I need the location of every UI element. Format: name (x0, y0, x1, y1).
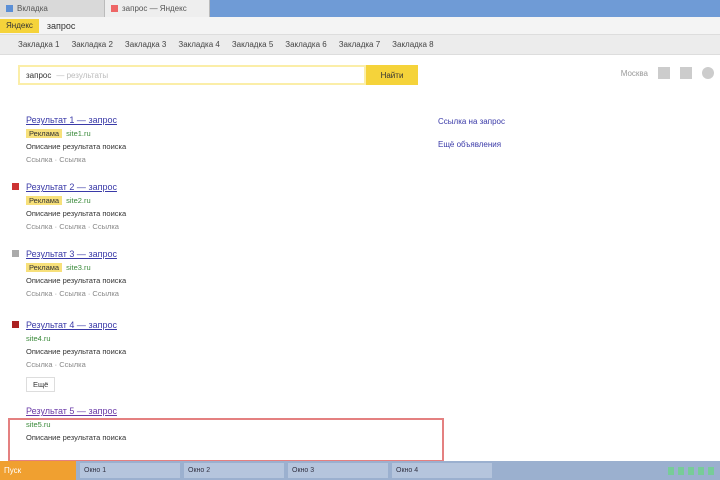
search-row: запрос — результаты Найти Москва (0, 55, 720, 95)
bookmark[interactable]: Закладка 3 (125, 40, 166, 49)
result-desc: Описание результата поиска (26, 209, 127, 218)
result-item: Результат 2 — запрос Реклама site2.ru Опи… (12, 182, 446, 231)
address-text[interactable]: запрос (47, 21, 76, 31)
ad-badge: Реклама (26, 263, 63, 272)
result-desc: Описание результата поиска (26, 276, 127, 285)
result-item: Результат 4 — запрос site4.ru Описание р… (12, 320, 446, 392)
ad-badge: Реклама (26, 196, 63, 205)
right-link[interactable]: Ссылка на запрос (438, 117, 505, 126)
search-button[interactable]: Найти (366, 65, 418, 85)
ad-badge: Реклама (26, 129, 63, 138)
address-bar[interactable]: Яндекс запрос (0, 17, 720, 35)
bookmark[interactable]: Закладка 8 (392, 40, 433, 49)
taskbar: Пуск Окно 1 Окно 2 Окно 3 Окно 4 (0, 461, 720, 480)
highlight-box (8, 418, 444, 462)
bookmark[interactable]: Закладка 6 (285, 40, 326, 49)
taskbar-item[interactable]: Окно 4 (392, 463, 492, 478)
result-url[interactable]: site1.ru (66, 129, 91, 138)
result-desc: Описание результата поиска (26, 142, 127, 151)
taskbar-item[interactable]: Окно 1 (80, 463, 180, 478)
bookmark[interactable]: Закладка 4 (178, 40, 219, 49)
result-links[interactable]: Ссылка · Ссылка · Ссылка (26, 222, 446, 231)
right-link[interactable]: Ещё объявления (438, 140, 505, 149)
result-links[interactable]: Ссылка · Ссылка · Ссылка (26, 289, 446, 298)
tray-icon[interactable] (668, 466, 674, 475)
result-item: Результат 3 — запрос Реклама site3.ru Опи… (12, 249, 446, 298)
bookmark[interactable]: Закладка 1 (18, 40, 59, 49)
result-links[interactable]: Ссылка · Ссылка (26, 360, 446, 369)
start-button[interactable]: Пуск (0, 461, 76, 480)
result-item: Результат 1 — запрос Реклама site1.ru Опи… (26, 115, 446, 164)
search-value: запрос (26, 70, 52, 80)
result-url[interactable]: site3.ru (66, 263, 91, 272)
site-badge[interactable]: Яндекс (0, 18, 39, 33)
user-avatar-icon[interactable] (702, 67, 714, 79)
result-links[interactable]: Ссылка · Ссылка (26, 155, 446, 164)
bookmarks-bar: Закладка 1 Закладка 2 Закладка 3 Закладк… (0, 35, 720, 55)
result-url[interactable]: site2.ru (66, 196, 91, 205)
search-input[interactable]: запрос — результаты (18, 65, 366, 85)
favicon-icon (6, 5, 13, 12)
taskbar-item[interactable]: Окно 3 (288, 463, 388, 478)
favicon-icon (111, 5, 118, 12)
tab[interactable]: Вкладка (0, 0, 105, 17)
apps-icon[interactable] (658, 67, 670, 79)
result-title[interactable]: Результат 2 — запрос (26, 182, 446, 192)
result-title[interactable]: Результат 1 — запрос (26, 115, 446, 125)
favicon-icon (12, 183, 19, 190)
bookmark[interactable]: Закладка 7 (339, 40, 380, 49)
tab-bar: Вкладка запрос — Яндекс (0, 0, 720, 17)
result-url[interactable]: site4.ru (26, 334, 446, 343)
result-title[interactable]: Результат 3 — запрос (26, 249, 446, 259)
tray-icon[interactable] (698, 466, 704, 475)
result-title[interactable]: Результат 5 — запрос (26, 406, 446, 416)
search-hint: — результаты (56, 70, 109, 80)
tray-icon[interactable] (678, 466, 684, 475)
bookmark[interactable]: Закладка 5 (232, 40, 273, 49)
more-button[interactable]: Ещё (26, 377, 56, 392)
region-link[interactable]: Москва (621, 69, 648, 78)
result-title[interactable]: Результат 4 — запрос (26, 320, 446, 330)
tray-icon[interactable] (708, 466, 714, 475)
mail-icon[interactable] (680, 67, 692, 79)
tab-label: Вкладка (17, 4, 48, 13)
result-desc: Описание результата поиска (26, 347, 127, 356)
tab-label: запрос — Яндекс (122, 4, 187, 13)
favicon-icon (12, 321, 19, 328)
bookmark[interactable]: Закладка 2 (71, 40, 112, 49)
system-tray (668, 466, 720, 475)
search-results: Результат 1 — запрос Реклама site1.ru Опи… (12, 115, 446, 456)
taskbar-item[interactable]: Окно 2 (184, 463, 284, 478)
header-tools: Москва (621, 67, 714, 79)
tab-active[interactable]: запрос — Яндекс (105, 0, 210, 17)
right-column: Ссылка на запрос Ещё объявления (438, 117, 505, 153)
favicon-icon (12, 250, 19, 257)
tray-icon[interactable] (688, 466, 694, 475)
